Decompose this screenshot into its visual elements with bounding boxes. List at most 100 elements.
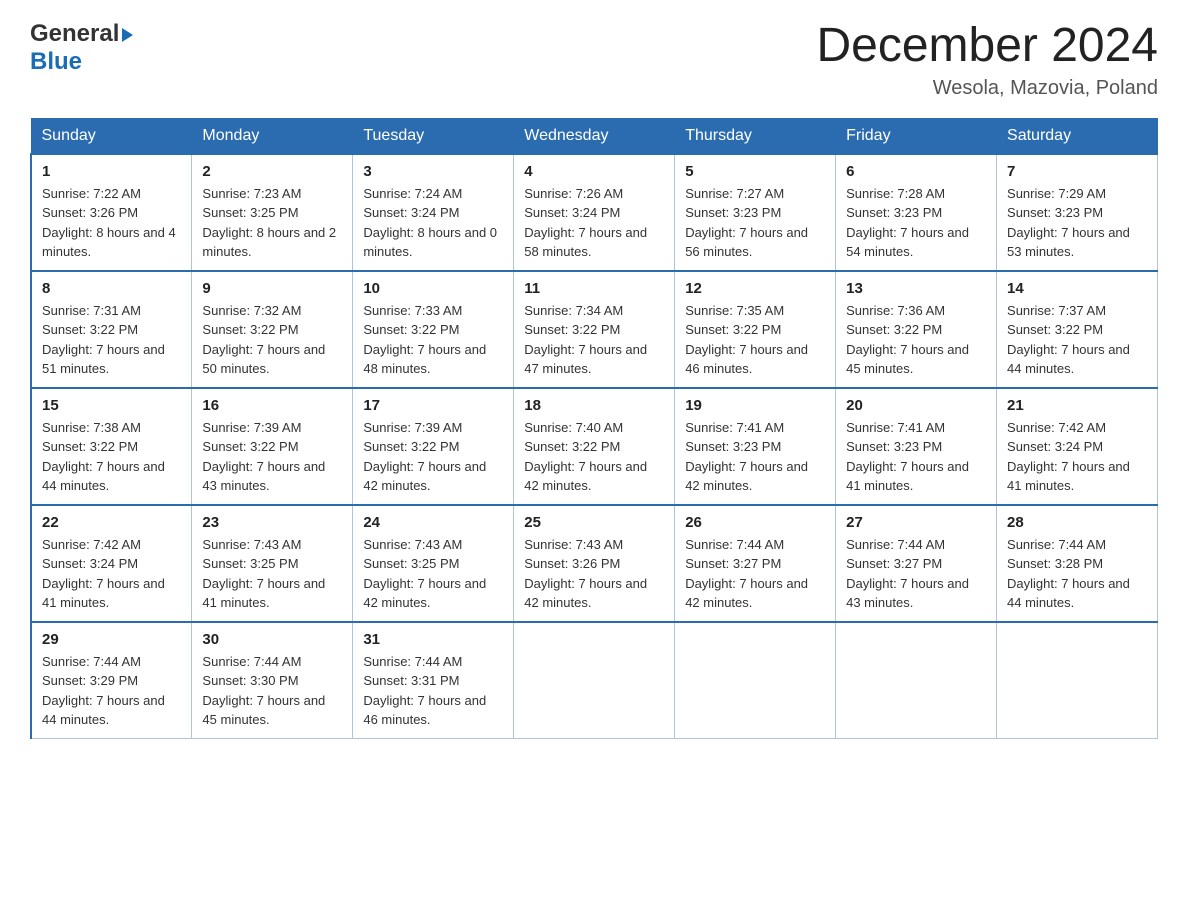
day-number: 30 xyxy=(202,631,342,648)
day-info: Sunrise: 7:34 AMSunset: 3:22 PMDaylight:… xyxy=(524,301,664,379)
calendar-cell: 28 Sunrise: 7:44 AMSunset: 3:28 PMDaylig… xyxy=(997,505,1158,622)
calendar-cell: 21 Sunrise: 7:42 AMSunset: 3:24 PMDaylig… xyxy=(997,388,1158,505)
title-block: December 2024 Wesola, Mazovia, Poland xyxy=(816,20,1158,100)
calendar-table: SundayMondayTuesdayWednesdayThursdayFrid… xyxy=(30,118,1158,739)
day-number: 2 xyxy=(202,163,342,180)
logo: General Blue xyxy=(30,20,133,76)
day-info: Sunrise: 7:44 AMSunset: 3:28 PMDaylight:… xyxy=(1007,535,1147,613)
day-number: 14 xyxy=(1007,280,1147,297)
day-number: 3 xyxy=(363,163,503,180)
day-number: 25 xyxy=(524,514,664,531)
day-info: Sunrise: 7:44 AMSunset: 3:29 PMDaylight:… xyxy=(42,652,181,730)
header-thursday: Thursday xyxy=(675,118,836,154)
day-info: Sunrise: 7:42 AMSunset: 3:24 PMDaylight:… xyxy=(42,535,181,613)
day-info: Sunrise: 7:31 AMSunset: 3:22 PMDaylight:… xyxy=(42,301,181,379)
calendar-cell: 18 Sunrise: 7:40 AMSunset: 3:22 PMDaylig… xyxy=(514,388,675,505)
calendar-cell: 9 Sunrise: 7:32 AMSunset: 3:22 PMDayligh… xyxy=(192,271,353,388)
calendar-cell: 10 Sunrise: 7:33 AMSunset: 3:22 PMDaylig… xyxy=(353,271,514,388)
calendar-cell xyxy=(836,622,997,739)
day-info: Sunrise: 7:38 AMSunset: 3:22 PMDaylight:… xyxy=(42,418,181,496)
calendar-cell: 29 Sunrise: 7:44 AMSunset: 3:29 PMDaylig… xyxy=(31,622,192,739)
day-number: 24 xyxy=(363,514,503,531)
day-info: Sunrise: 7:24 AMSunset: 3:24 PMDaylight:… xyxy=(363,184,503,262)
day-number: 23 xyxy=(202,514,342,531)
day-info: Sunrise: 7:42 AMSunset: 3:24 PMDaylight:… xyxy=(1007,418,1147,496)
calendar-week-row: 22 Sunrise: 7:42 AMSunset: 3:24 PMDaylig… xyxy=(31,505,1158,622)
day-info: Sunrise: 7:41 AMSunset: 3:23 PMDaylight:… xyxy=(846,418,986,496)
calendar-cell: 11 Sunrise: 7:34 AMSunset: 3:22 PMDaylig… xyxy=(514,271,675,388)
calendar-cell: 27 Sunrise: 7:44 AMSunset: 3:27 PMDaylig… xyxy=(836,505,997,622)
day-info: Sunrise: 7:43 AMSunset: 3:25 PMDaylight:… xyxy=(202,535,342,613)
day-info: Sunrise: 7:39 AMSunset: 3:22 PMDaylight:… xyxy=(202,418,342,496)
calendar-cell: 22 Sunrise: 7:42 AMSunset: 3:24 PMDaylig… xyxy=(31,505,192,622)
day-number: 17 xyxy=(363,397,503,414)
calendar-cell: 1 Sunrise: 7:22 AMSunset: 3:26 PMDayligh… xyxy=(31,154,192,271)
day-number: 10 xyxy=(363,280,503,297)
day-info: Sunrise: 7:26 AMSunset: 3:24 PMDaylight:… xyxy=(524,184,664,262)
day-info: Sunrise: 7:35 AMSunset: 3:22 PMDaylight:… xyxy=(685,301,825,379)
day-info: Sunrise: 7:22 AMSunset: 3:26 PMDaylight:… xyxy=(42,184,181,262)
day-number: 31 xyxy=(363,631,503,648)
calendar-cell: 4 Sunrise: 7:26 AMSunset: 3:24 PMDayligh… xyxy=(514,154,675,271)
day-info: Sunrise: 7:33 AMSunset: 3:22 PMDaylight:… xyxy=(363,301,503,379)
location-title: Wesola, Mazovia, Poland xyxy=(816,77,1158,100)
calendar-cell: 24 Sunrise: 7:43 AMSunset: 3:25 PMDaylig… xyxy=(353,505,514,622)
page-header: General Blue December 2024 Wesola, Mazov… xyxy=(30,20,1158,100)
header-saturday: Saturday xyxy=(997,118,1158,154)
calendar-cell: 3 Sunrise: 7:24 AMSunset: 3:24 PMDayligh… xyxy=(353,154,514,271)
day-number: 9 xyxy=(202,280,342,297)
day-number: 29 xyxy=(42,631,181,648)
day-info: Sunrise: 7:32 AMSunset: 3:22 PMDaylight:… xyxy=(202,301,342,379)
calendar-week-row: 29 Sunrise: 7:44 AMSunset: 3:29 PMDaylig… xyxy=(31,622,1158,739)
calendar-cell: 26 Sunrise: 7:44 AMSunset: 3:27 PMDaylig… xyxy=(675,505,836,622)
day-info: Sunrise: 7:44 AMSunset: 3:27 PMDaylight:… xyxy=(685,535,825,613)
calendar-cell: 8 Sunrise: 7:31 AMSunset: 3:22 PMDayligh… xyxy=(31,271,192,388)
day-number: 1 xyxy=(42,163,181,180)
calendar-week-row: 8 Sunrise: 7:31 AMSunset: 3:22 PMDayligh… xyxy=(31,271,1158,388)
day-number: 12 xyxy=(685,280,825,297)
calendar-cell: 30 Sunrise: 7:44 AMSunset: 3:30 PMDaylig… xyxy=(192,622,353,739)
day-info: Sunrise: 7:39 AMSunset: 3:22 PMDaylight:… xyxy=(363,418,503,496)
logo-blue: Blue xyxy=(30,48,82,75)
calendar-cell: 7 Sunrise: 7:29 AMSunset: 3:23 PMDayligh… xyxy=(997,154,1158,271)
calendar-cell xyxy=(675,622,836,739)
day-number: 6 xyxy=(846,163,986,180)
calendar-week-row: 15 Sunrise: 7:38 AMSunset: 3:22 PMDaylig… xyxy=(31,388,1158,505)
calendar-cell: 25 Sunrise: 7:43 AMSunset: 3:26 PMDaylig… xyxy=(514,505,675,622)
month-title: December 2024 xyxy=(816,20,1158,73)
calendar-cell xyxy=(997,622,1158,739)
day-info: Sunrise: 7:44 AMSunset: 3:27 PMDaylight:… xyxy=(846,535,986,613)
calendar-cell: 20 Sunrise: 7:41 AMSunset: 3:23 PMDaylig… xyxy=(836,388,997,505)
day-info: Sunrise: 7:44 AMSunset: 3:31 PMDaylight:… xyxy=(363,652,503,730)
day-number: 15 xyxy=(42,397,181,414)
calendar-cell: 19 Sunrise: 7:41 AMSunset: 3:23 PMDaylig… xyxy=(675,388,836,505)
day-info: Sunrise: 7:37 AMSunset: 3:22 PMDaylight:… xyxy=(1007,301,1147,379)
day-info: Sunrise: 7:27 AMSunset: 3:23 PMDaylight:… xyxy=(685,184,825,262)
calendar-cell: 23 Sunrise: 7:43 AMSunset: 3:25 PMDaylig… xyxy=(192,505,353,622)
calendar-cell: 12 Sunrise: 7:35 AMSunset: 3:22 PMDaylig… xyxy=(675,271,836,388)
calendar-cell: 2 Sunrise: 7:23 AMSunset: 3:25 PMDayligh… xyxy=(192,154,353,271)
day-info: Sunrise: 7:23 AMSunset: 3:25 PMDaylight:… xyxy=(202,184,342,262)
day-number: 16 xyxy=(202,397,342,414)
day-number: 13 xyxy=(846,280,986,297)
day-number: 5 xyxy=(685,163,825,180)
day-info: Sunrise: 7:43 AMSunset: 3:26 PMDaylight:… xyxy=(524,535,664,613)
logo-arrow-icon xyxy=(122,28,133,42)
day-info: Sunrise: 7:40 AMSunset: 3:22 PMDaylight:… xyxy=(524,418,664,496)
day-info: Sunrise: 7:29 AMSunset: 3:23 PMDaylight:… xyxy=(1007,184,1147,262)
calendar-cell: 17 Sunrise: 7:39 AMSunset: 3:22 PMDaylig… xyxy=(353,388,514,505)
day-info: Sunrise: 7:36 AMSunset: 3:22 PMDaylight:… xyxy=(846,301,986,379)
day-number: 26 xyxy=(685,514,825,531)
day-number: 11 xyxy=(524,280,664,297)
day-number: 28 xyxy=(1007,514,1147,531)
calendar-cell: 15 Sunrise: 7:38 AMSunset: 3:22 PMDaylig… xyxy=(31,388,192,505)
header-tuesday: Tuesday xyxy=(353,118,514,154)
day-info: Sunrise: 7:41 AMSunset: 3:23 PMDaylight:… xyxy=(685,418,825,496)
day-info: Sunrise: 7:28 AMSunset: 3:23 PMDaylight:… xyxy=(846,184,986,262)
header-monday: Monday xyxy=(192,118,353,154)
calendar-cell xyxy=(514,622,675,739)
calendar-cell: 16 Sunrise: 7:39 AMSunset: 3:22 PMDaylig… xyxy=(192,388,353,505)
calendar-cell: 6 Sunrise: 7:28 AMSunset: 3:23 PMDayligh… xyxy=(836,154,997,271)
day-number: 20 xyxy=(846,397,986,414)
logo-general: General xyxy=(30,20,119,48)
